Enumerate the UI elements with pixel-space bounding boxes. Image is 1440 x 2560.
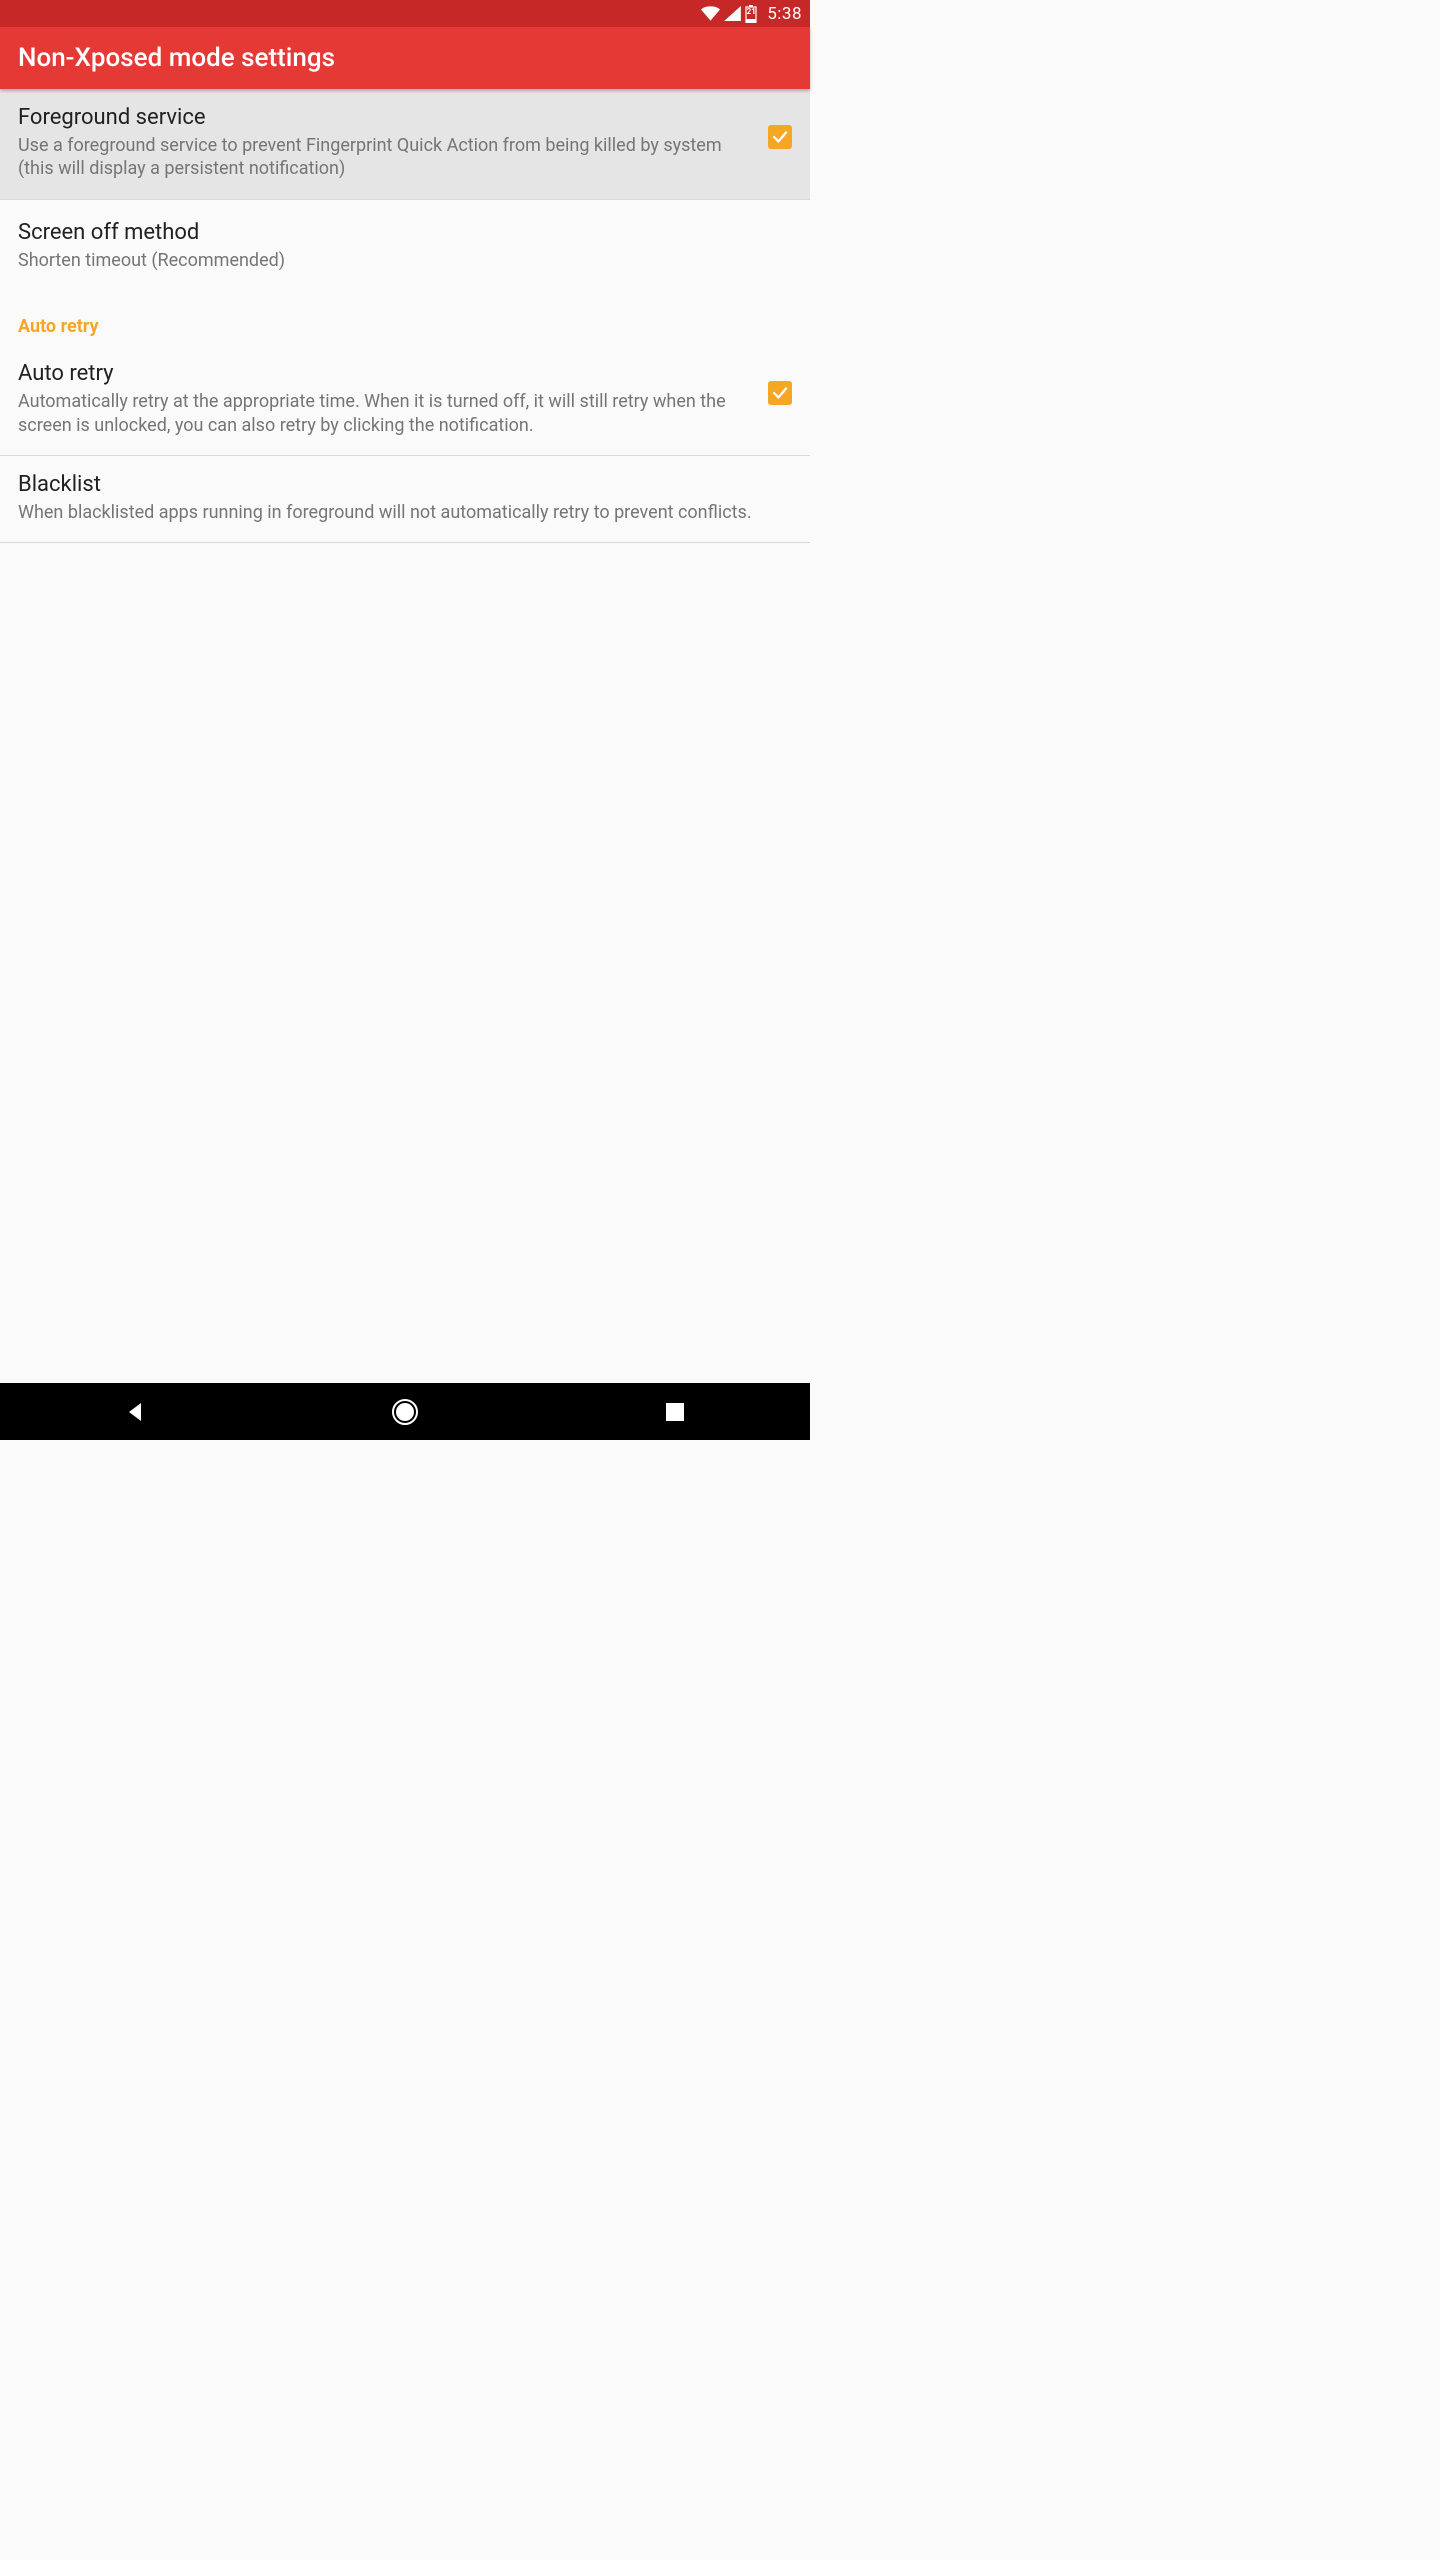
nav-recent-button[interactable]: [635, 1388, 715, 1436]
back-icon: [123, 1400, 147, 1424]
pref-title: Blacklist: [18, 472, 792, 497]
battery-icon: 21: [745, 5, 757, 23]
check-icon: [771, 128, 789, 146]
category-auto-retry: Auto retry: [0, 294, 810, 345]
status-time: 5:38: [767, 4, 802, 24]
pref-text: Auto retry Automatically retry at the ap…: [18, 361, 756, 437]
pref-summary: Automatically retry at the appropriate t…: [18, 390, 756, 437]
nav-back-button[interactable]: [95, 1388, 175, 1436]
home-icon: [391, 1398, 419, 1426]
pref-blacklist[interactable]: Blacklist When blacklisted apps running …: [0, 456, 810, 542]
pref-summary: Use a foreground service to prevent Fing…: [18, 134, 756, 181]
app-bar: Non-Xposed mode settings: [0, 27, 810, 89]
settings-list[interactable]: Foreground service Use a foreground serv…: [0, 89, 810, 1383]
nav-home-button[interactable]: [365, 1388, 445, 1436]
checkbox-foreground-service[interactable]: [768, 125, 792, 149]
checkbox-auto-retry[interactable]: [768, 381, 792, 405]
wifi-icon: [701, 6, 720, 21]
nav-bar: [0, 1383, 810, 1440]
pref-text: Screen off method Shorten timeout (Recom…: [18, 220, 792, 272]
status-bar: 21 5:38: [0, 0, 810, 27]
pref-auto-retry[interactable]: Auto retry Automatically retry at the ap…: [0, 345, 810, 455]
divider: [0, 542, 810, 543]
page-title: Non-Xposed mode settings: [18, 43, 335, 73]
screen: 21 5:38 Non-Xposed mode settings Foregro…: [0, 0, 810, 1440]
pref-summary: When blacklisted apps running in foregro…: [18, 501, 792, 524]
cell-signal-icon: [724, 6, 741, 21]
category-title: Auto retry: [18, 316, 792, 337]
pref-text: Blacklist When blacklisted apps running …: [18, 472, 792, 524]
pref-foreground-service[interactable]: Foreground service Use a foreground serv…: [0, 89, 810, 199]
battery-level-text: 21: [747, 7, 756, 16]
pref-title: Foreground service: [18, 105, 756, 130]
pref-text: Foreground service Use a foreground serv…: [18, 105, 756, 181]
pref-screen-off-method[interactable]: Screen off method Shorten timeout (Recom…: [0, 200, 810, 294]
check-icon: [771, 384, 789, 402]
pref-title: Auto retry: [18, 361, 756, 386]
pref-summary: Shorten timeout (Recommended): [18, 249, 792, 272]
pref-title: Screen off method: [18, 220, 792, 245]
recent-icon: [664, 1401, 686, 1423]
